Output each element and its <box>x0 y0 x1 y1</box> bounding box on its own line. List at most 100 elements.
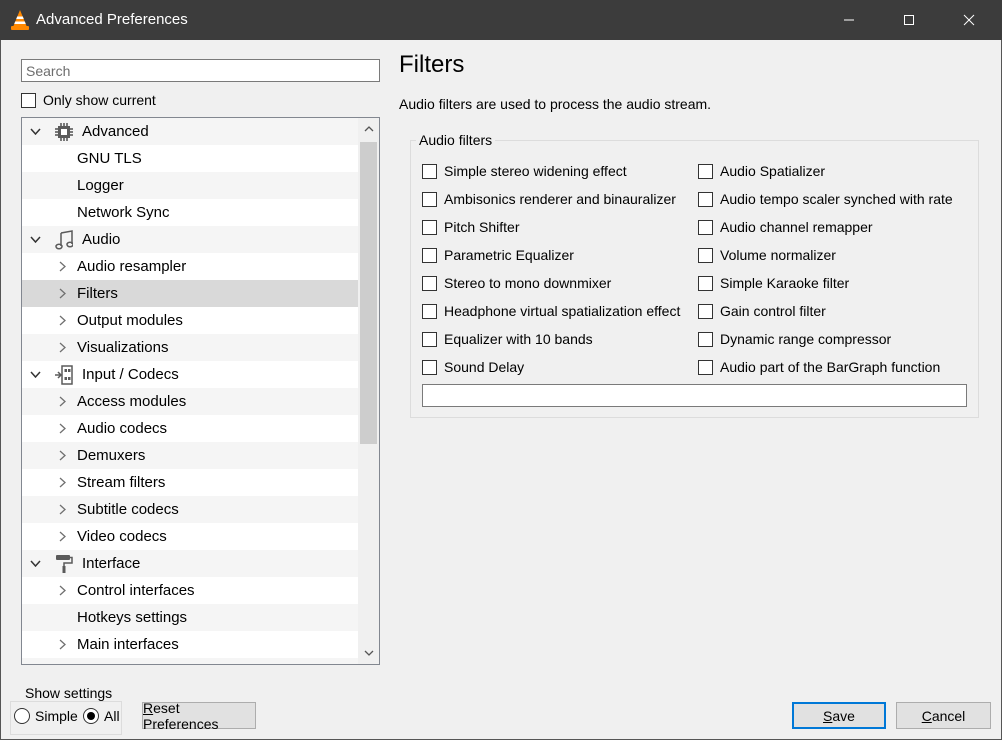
filter-option-equalizer-with-10-bands[interactable]: Equalizer with 10 bands <box>422 330 593 348</box>
checkbox-box[interactable] <box>698 163 713 179</box>
checkbox-box[interactable] <box>21 92 36 108</box>
tree-item-subtitle-codecs[interactable]: Subtitle codecs <box>22 496 358 523</box>
search-input[interactable] <box>21 59 380 82</box>
chevron-right-icon[interactable] <box>27 658 43 664</box>
tree-item-audio-resampler[interactable]: Audio resampler <box>22 253 358 280</box>
filter-option-audio-part-of-the-bargraph-function[interactable]: Audio part of the BarGraph function <box>698 358 940 376</box>
checkbox-box[interactable] <box>422 219 437 235</box>
filter-option-ambisonics-renderer-and-binauralizer[interactable]: Ambisonics renderer and binauralizer <box>422 190 676 208</box>
filter-option-volume-normalizer[interactable]: Volume normalizer <box>698 246 836 264</box>
tree-item-audio-codecs[interactable]: Audio codecs <box>22 415 358 442</box>
tree-item-label: Filters <box>77 285 118 302</box>
tree-category-advanced[interactable]: Advanced <box>22 118 358 145</box>
radio-circle[interactable] <box>14 708 30 724</box>
filter-option-audio-tempo-scaler-synched-with-rate[interactable]: Audio tempo scaler synched with rate <box>698 190 953 208</box>
tree-item-network-sync[interactable]: Network Sync <box>22 199 358 226</box>
tree-item-gnu-tls[interactable]: GNU TLS <box>22 145 358 172</box>
chevron-right-icon[interactable] <box>54 388 70 415</box>
chevron-down-icon <box>364 650 373 656</box>
filter-option-sound-delay[interactable]: Sound Delay <box>422 358 524 376</box>
tree-item-main-interfaces[interactable]: Main interfaces <box>22 631 358 658</box>
chevron-right-icon[interactable] <box>54 496 70 523</box>
filter-option-audio-spatializer[interactable]: Audio Spatializer <box>698 162 825 180</box>
filter-option-label: Simple stereo widening effect <box>444 163 627 179</box>
scroll-down-button[interactable] <box>358 642 379 664</box>
save-label: Save <box>823 707 855 724</box>
checkbox-box[interactable] <box>422 247 437 263</box>
filter-option-gain-control-filter[interactable]: Gain control filter <box>698 302 826 320</box>
tree-category-interface[interactable]: Interface <box>22 550 358 577</box>
tree-item-filters[interactable]: Filters <box>22 280 358 307</box>
checkbox-box[interactable] <box>698 331 713 347</box>
tree-item-logger[interactable]: Logger <box>22 172 358 199</box>
checkbox-box[interactable] <box>422 191 437 207</box>
only-show-current-checkbox[interactable]: Only show current <box>21 91 156 109</box>
scroll-up-button[interactable] <box>358 118 379 140</box>
checkbox-box[interactable] <box>698 303 713 319</box>
radio-circle[interactable] <box>83 708 99 724</box>
checkbox-box[interactable] <box>698 219 713 235</box>
chevron-down-icon[interactable] <box>27 118 43 145</box>
chevron-right-icon[interactable] <box>54 442 70 469</box>
save-button[interactable]: Save <box>792 702 886 729</box>
checkbox-box[interactable] <box>422 163 437 179</box>
reset-preferences-label: Reset Preferences <box>143 699 219 732</box>
chevron-right-icon[interactable] <box>54 469 70 496</box>
chevron-right-icon[interactable] <box>54 631 70 658</box>
tree-item-label: GNU TLS <box>77 150 142 167</box>
checkbox-box[interactable] <box>422 275 437 291</box>
chevron-right-icon[interactable] <box>54 280 70 307</box>
filter-option-label: Volume normalizer <box>720 247 836 263</box>
tree-category-audio[interactable]: Audio <box>22 226 358 253</box>
chevron-down-icon[interactable] <box>27 550 43 577</box>
filter-option-parametric-equalizer[interactable]: Parametric Equalizer <box>422 246 574 264</box>
maximize-button[interactable] <box>880 0 938 40</box>
tree-item-control-interfaces[interactable]: Control interfaces <box>22 577 358 604</box>
checkbox-box[interactable] <box>698 359 713 375</box>
tree-item-hotkeys-settings[interactable]: Hotkeys settings <box>22 604 358 631</box>
chevron-down-icon[interactable] <box>27 361 43 388</box>
chevron-right-icon[interactable] <box>54 577 70 604</box>
checkbox-box[interactable] <box>698 191 713 207</box>
minimize-button[interactable] <box>820 0 878 40</box>
filter-chain-field[interactable] <box>422 384 967 407</box>
filter-option-stereo-to-mono-downmixer[interactable]: Stereo to mono downmixer <box>422 274 611 292</box>
chevron-right-icon[interactable] <box>54 415 70 442</box>
filter-option-pitch-shifter[interactable]: Pitch Shifter <box>422 218 519 236</box>
tree-item-visualizations[interactable]: Visualizations <box>22 334 358 361</box>
tree-category-input-codecs[interactable]: Input / Codecs <box>22 361 358 388</box>
tree-item-output-modules[interactable]: Output modules <box>22 307 358 334</box>
tree-scrollbar[interactable] <box>358 118 379 664</box>
filter-option-headphone-virtual-spatialization-effect[interactable]: Headphone virtual spatialization effect <box>422 302 680 320</box>
reset-preferences-button[interactable]: Reset Preferences <box>142 699 256 732</box>
chevron-right-icon[interactable] <box>54 307 70 334</box>
checkbox-box[interactable] <box>698 247 713 263</box>
chevron-down-icon[interactable] <box>27 226 43 253</box>
chip-icon <box>54 122 74 142</box>
filter-option-simple-stereo-widening-effect[interactable]: Simple stereo widening effect <box>422 162 627 180</box>
chevron-right-icon[interactable] <box>54 334 70 361</box>
tree-rows: Advanced GNU TLS Logger Network Sync Audio Au… <box>22 118 358 664</box>
panel-title: Filters <box>399 51 465 78</box>
preferences-tree[interactable]: Advanced GNU TLS Logger Network Sync Audio Au… <box>21 117 380 665</box>
filter-option-audio-channel-remapper[interactable]: Audio channel remapper <box>698 218 873 236</box>
checkbox-box[interactable] <box>422 359 437 375</box>
tree-item-stream-filters[interactable]: Stream filters <box>22 469 358 496</box>
tree-item-demuxers[interactable]: Demuxers <box>22 442 358 469</box>
all-radio[interactable]: All <box>83 707 120 725</box>
cancel-button[interactable]: Cancel <box>896 702 991 729</box>
filter-option-dynamic-range-compressor[interactable]: Dynamic range compressor <box>698 330 891 348</box>
close-button[interactable] <box>940 0 998 40</box>
chevron-right-icon[interactable] <box>54 253 70 280</box>
checkbox-box[interactable] <box>422 331 437 347</box>
chevron-right-icon[interactable] <box>54 523 70 550</box>
checkbox-box[interactable] <box>422 303 437 319</box>
scroll-thumb[interactable] <box>360 142 377 444</box>
tree-item-access-modules[interactable]: Access modules <box>22 388 358 415</box>
checkbox-box[interactable] <box>698 275 713 291</box>
title-bar: Advanced Preferences <box>0 0 1002 40</box>
simple-radio[interactable]: Simple <box>14 707 78 725</box>
tree-item-video-codecs[interactable]: Video codecs <box>22 523 358 550</box>
tree-category-playlist-icon[interactable] <box>22 658 358 664</box>
filter-option-simple-karaoke-filter[interactable]: Simple Karaoke filter <box>698 274 849 292</box>
